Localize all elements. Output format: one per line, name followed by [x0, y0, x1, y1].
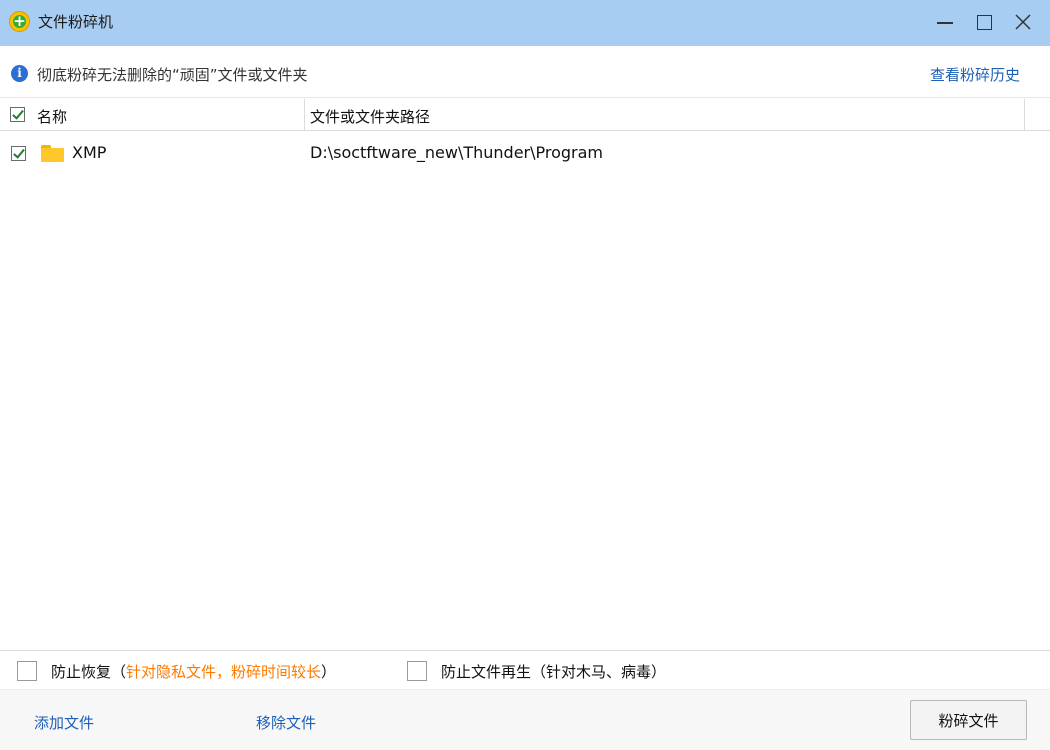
app-logo-icon: [9, 11, 30, 32]
options-bar: 防止恢复（针对隐私文件，粉碎时间较长） 防止文件再生（针对木马、病毒）: [0, 651, 1050, 689]
column-header-name[interactable]: 名称: [0, 99, 305, 130]
column-header-path[interactable]: 文件或文件夹路径: [305, 99, 1025, 130]
add-files-link[interactable]: 添加文件: [34, 712, 94, 733]
prevent-recovery-checkbox[interactable]: [17, 661, 37, 681]
info-text: 彻底粉碎无法删除的“顽固”文件或文件夹: [37, 66, 308, 84]
info-bar: i 彻底粉碎无法删除的“顽固”文件或文件夹 查看粉碎历史: [0, 46, 1050, 98]
row-path: D:\soctftware_new\Thunder\Program: [310, 143, 604, 162]
info-icon: i: [11, 65, 28, 82]
table-row[interactable]: XMP D:\soctftware_new\Thunder\Program: [0, 138, 1030, 168]
select-all-checkbox[interactable]: [10, 107, 25, 122]
maximize-button[interactable]: [967, 6, 1001, 38]
prevent-regeneration-label[interactable]: 防止文件再生（针对木马、病毒）: [441, 661, 666, 682]
title-bar: 文件粉碎机: [0, 0, 1050, 46]
view-history-link[interactable]: 查看粉碎历史: [930, 64, 1020, 85]
maximize-icon: [976, 14, 992, 30]
row-name: XMP: [72, 143, 107, 162]
close-button[interactable]: [1006, 6, 1040, 38]
prevent-regeneration-checkbox[interactable]: [407, 661, 427, 681]
prevent-recovery-text: 防止恢复（: [51, 663, 127, 681]
prevent-recovery-close-paren: ）: [321, 663, 337, 681]
minimize-icon: [937, 22, 953, 24]
remove-files-link[interactable]: 移除文件: [256, 712, 316, 733]
window-title: 文件粉碎机: [38, 13, 114, 31]
minimize-button[interactable]: [928, 6, 962, 38]
prevent-recovery-label[interactable]: 防止恢复（针对隐私文件，粉碎时间较长）: [51, 661, 336, 682]
close-icon: [1015, 14, 1031, 30]
column-path-label: 文件或文件夹路径: [310, 108, 431, 126]
prevent-recovery-note: 针对隐私文件，粉碎时间较长: [126, 663, 322, 681]
shred-files-button[interactable]: 粉碎文件: [910, 700, 1027, 740]
row-checkbox[interactable]: [11, 146, 26, 161]
column-name-label: 名称: [37, 108, 68, 126]
action-bar: 添加文件 移除文件 粉碎文件: [0, 689, 1050, 750]
folder-icon: [41, 145, 64, 162]
table-header: 名称 文件或文件夹路径: [0, 99, 1050, 131]
